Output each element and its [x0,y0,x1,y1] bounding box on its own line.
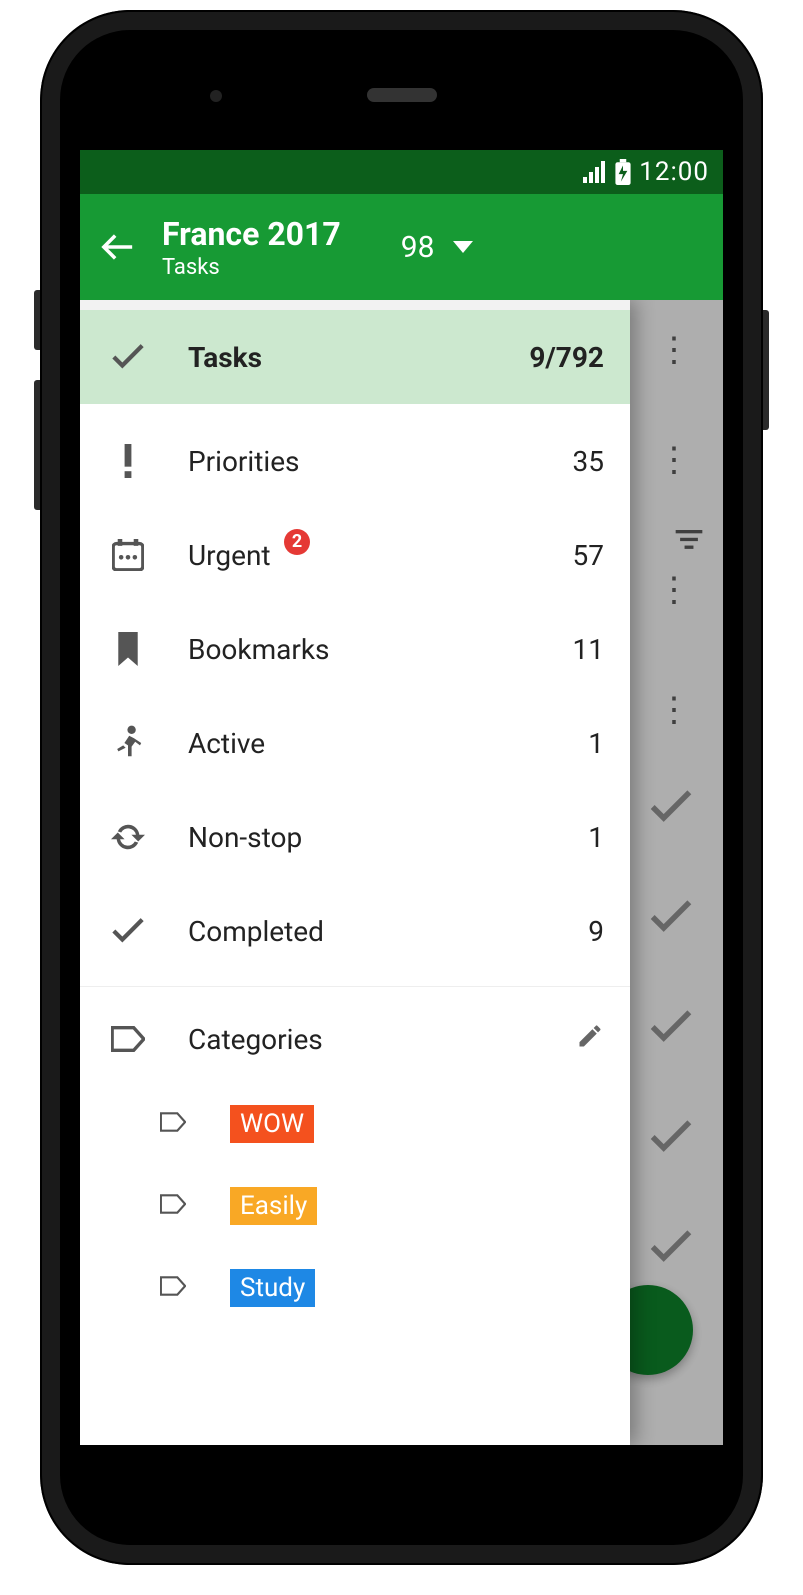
page-title: France 2017 [162,215,341,253]
run-icon [106,725,150,761]
check-icon [649,1010,693,1048]
check-icon [649,1230,693,1268]
nav-item-completed[interactable]: Completed9 [80,884,630,978]
nav-item-non-stop[interactable]: Non-stop1 [80,790,630,884]
count-dropdown[interactable]: 98 [401,230,473,265]
nav-item-label: Bookmarks [188,633,573,666]
category-study[interactable]: Study [80,1247,630,1329]
nav-item-count: 9/792 [529,341,604,374]
check-icon [649,1120,693,1158]
tag-icon [160,1273,196,1303]
appbar: France 2017 Tasks 98 [80,194,723,300]
category-label: Easily [230,1187,317,1225]
nav-item-label: Urgent2 [188,539,573,572]
phone-side-button [34,380,40,510]
exclamation-icon [106,444,150,478]
tag-icon [160,1191,196,1221]
category-label: Study [230,1269,315,1307]
phone-frame: ⋮ 40.0% ⋮ ⋮ ⋮ ⋮ [40,10,763,1565]
badge: 2 [284,529,310,555]
nav-item-tasks[interactable]: Tasks 9/792 [80,310,630,404]
more-icon: ⋮ [657,330,693,370]
screen: ⋮ 40.0% ⋮ ⋮ ⋮ ⋮ [80,150,723,1445]
category-label: WOW [230,1105,314,1143]
nav-item-label: Non-stop [188,821,588,854]
more-icon: ⋮ [657,440,693,480]
chevron-down-icon [453,241,473,253]
nav-item-label: Completed [188,915,588,948]
statusbar: 12:00 [80,150,723,194]
calendar-icon [106,539,150,571]
navigation-drawer: Tasks 9/792 Priorities35Urgent257Bookmar… [80,300,630,1445]
tag-icon [106,1026,150,1052]
phone-camera [210,90,222,102]
page-subtitle: Tasks [162,255,341,280]
signal-icon [583,161,607,183]
tag-icon [160,1109,196,1139]
count-value: 98 [401,230,435,265]
filter-icon [675,530,703,554]
phone-speaker [367,88,437,102]
category-easily[interactable]: Easily [80,1165,630,1247]
check-icon [106,344,150,370]
nav-item-label: Priorities [188,445,573,478]
category-wow[interactable]: WOW [80,1083,630,1165]
appbar-titles[interactable]: France 2017 Tasks [162,215,341,280]
nav-item-count: 1 [588,727,604,760]
check-icon [106,918,150,944]
nav-item-label: Tasks [188,341,529,374]
back-button[interactable] [98,230,138,264]
nav-item-urgent[interactable]: Urgent257 [80,508,630,602]
nav-item-count: 35 [573,445,604,478]
nav-item-active[interactable]: Active1 [80,696,630,790]
battery-icon [615,159,631,185]
check-icon [649,900,693,938]
nav-item-count: 57 [573,539,604,572]
bookmark-icon [106,632,150,666]
nav-item-count: 9 [588,915,604,948]
sync-icon [106,822,150,852]
nav-item-count: 11 [573,633,604,666]
edit-icon[interactable] [576,1022,604,1057]
check-icon [649,790,693,828]
nav-section-categories[interactable]: Categories [80,995,630,1083]
status-clock: 12:00 [639,157,709,187]
more-icon: ⋮ [657,570,693,610]
phone-side-button [34,290,40,350]
nav-item-label: Active [188,727,588,760]
phone-power-button [763,310,769,430]
nav-section-label: Categories [188,1023,576,1056]
nav-item-count: 1 [588,821,604,854]
more-icon: ⋮ [657,690,693,730]
nav-item-bookmarks[interactable]: Bookmarks11 [80,602,630,696]
nav-item-priorities[interactable]: Priorities35 [80,414,630,508]
